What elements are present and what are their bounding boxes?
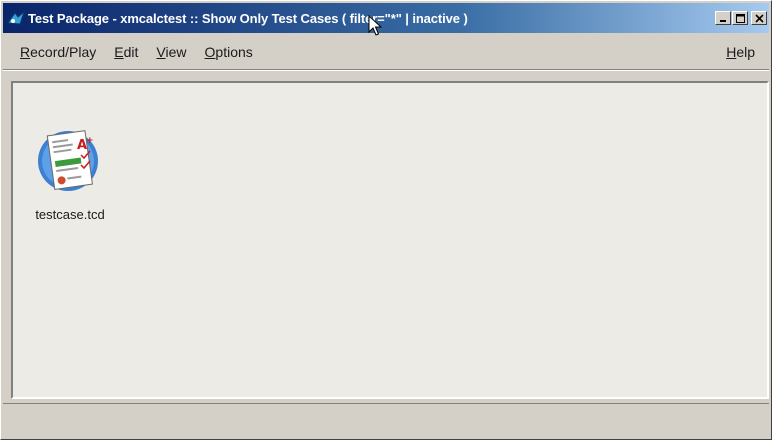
file-view-panel[interactable]: A + testcase.tcd: [11, 81, 769, 399]
menu-help-label: elp: [736, 44, 755, 60]
menu-options-label: ptions: [215, 44, 253, 60]
file-item-testcase[interactable]: A + testcase.tcd: [25, 125, 115, 222]
menu-options[interactable]: Options: [196, 44, 262, 60]
file-name-label: testcase.tcd: [35, 207, 105, 222]
maximize-button[interactable]: [732, 11, 748, 25]
menu-help[interactable]: Help: [717, 44, 769, 60]
app-icon: [7, 10, 25, 25]
menu-options-mnemonic: O: [204, 44, 216, 60]
title-buttons: [714, 11, 767, 25]
menu-record-play-mnemonic: R: [20, 44, 31, 60]
menu-view-mnemonic: V: [156, 44, 166, 60]
menu-bar: Record/Play Edit View Options Help: [3, 35, 769, 70]
menu-separator: [3, 70, 769, 71]
title-bar[interactable]: Test Package - xmcalctest :: Show Only T…: [3, 3, 769, 33]
svg-text:+: +: [86, 136, 94, 146]
close-button[interactable]: [751, 11, 767, 25]
test-document-icon: A +: [38, 130, 98, 191]
menu-record-play-label: ecord/Play: [30, 44, 97, 60]
menu-view-label: iew: [165, 44, 187, 60]
menu-record-play[interactable]: Record/Play: [3, 44, 105, 60]
menu-edit[interactable]: Edit: [105, 44, 147, 60]
maximize-icon: [735, 13, 745, 23]
status-bar: [3, 403, 769, 438]
menu-view[interactable]: View: [147, 44, 195, 60]
menu-edit-label: dit: [123, 44, 139, 60]
mouse-cursor-icon: [368, 15, 382, 36]
menu-edit-mnemonic: E: [114, 44, 124, 60]
application-window: Test Package - xmcalctest :: Show Only T…: [0, 0, 772, 440]
menu-help-mnemonic: H: [726, 44, 737, 60]
close-icon: [754, 13, 764, 23]
minimize-icon: [720, 20, 726, 22]
minimize-button[interactable]: [715, 11, 731, 25]
